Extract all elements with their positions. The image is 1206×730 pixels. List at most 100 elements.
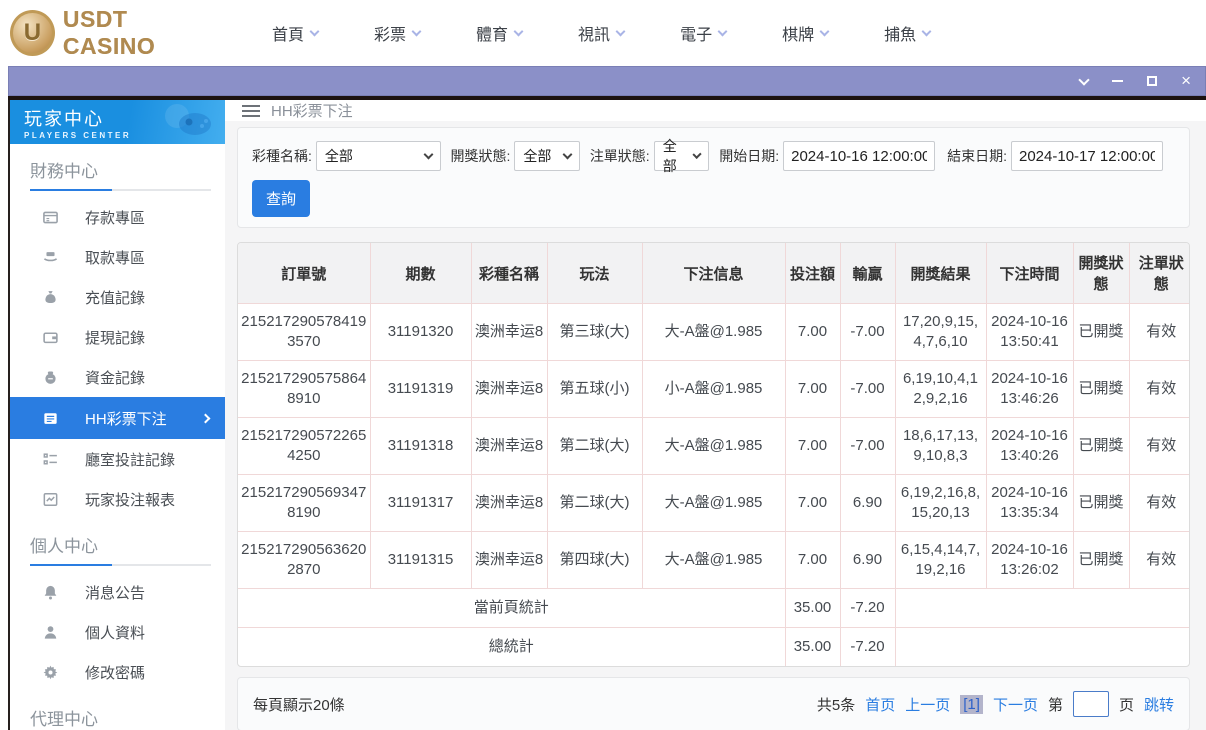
table-cell: 第二球(大) [546,474,643,532]
next-page-link[interactable]: 下一页 [993,694,1038,715]
lottery-name-value: 全部 [324,148,353,164]
table-cell: 澳洲幸运8 [470,531,548,589]
table-row: 2152172905784193570 31191320 澳洲幸运8 第三球(大) 大-… [238,303,1189,361]
content: 彩種名稱: 全部 開獎狀態: 全部 注單狀態: 全部 開始日期: 2024-10… [225,121,1206,730]
column-header: 輸贏 [839,243,896,304]
draw-status-select[interactable]: 全部 [514,141,580,171]
table-cell: 有效 [1128,531,1189,589]
nav-item-6[interactable]: 捕魚 [884,21,932,45]
main-area: HH彩票下注 彩種名稱: 全部 開獎狀態: 全部 注單狀態: 全部 開始日期: … [225,100,1206,730]
sidebar-item-HH彩票下注[interactable]: HH彩票下注 [10,397,225,439]
page-number-input[interactable] [1072,691,1109,717]
table-cell: 已開獎 [1072,417,1130,475]
table-cell: 31191315 [369,531,472,589]
table-cell: 31191319 [369,360,472,418]
window-body: 玩家中心 PLAYERS CENTER 財務中心 存款專區 取款專區 充值記錄 提現記錄… [8,100,1206,730]
summary-bet-total: 35.00 [784,588,841,628]
table-cell: 第三球(大) [546,303,643,361]
summary-empty-cell [894,588,1189,628]
sidebar-item-個人資料[interactable]: 個人資料 [10,612,225,652]
table-cell: 31191318 [369,417,472,475]
section-divider [30,189,211,191]
table-cell: 6,15,4,14,7,19,2,16 [894,531,987,589]
table-row: 2152172905636202870 31191315 澳洲幸运8 第四球(大) 大-… [238,531,1189,589]
lottery-name-label: 彩種名稱: [252,148,312,164]
table-cell: 第四球(大) [546,531,643,589]
order-status-value: 全部 [662,138,677,174]
table-cell: -7.00 [839,417,896,475]
sidebar-item-label: 充值記錄 [85,289,146,307]
column-header: 期數 [369,243,472,304]
nav-item-label: 視訊 [578,27,611,44]
sidebar-item-存款專區[interactable]: 存款專區 [10,197,225,237]
nav-item-3[interactable]: 視訊 [578,21,626,45]
sidebar-item-資金記錄[interactable]: 資金記錄 [10,357,225,397]
table-cell: 6.90 [839,531,896,589]
chevron-down-icon [692,149,702,160]
table-cell: 澳洲幸运8 [470,360,548,418]
window-maximize-icon[interactable] [1147,76,1158,86]
table-cell: 2024-10-16 13:26:02 [985,531,1074,589]
nav-item-1[interactable]: 彩票 [374,21,422,45]
table-cell: 小-A盤@1.985 [641,360,786,418]
sidebar-item-提現記錄[interactable]: 提現記錄 [10,317,225,357]
table-cell: 有效 [1128,417,1189,475]
table-cell: 2024-10-16 13:50:41 [985,303,1074,361]
sidebar-item-充值記錄[interactable]: 充值記錄 [10,277,225,317]
table-cell: 2152172905722654250 [238,417,371,475]
sidebar-item-label: 存款專區 [85,209,146,227]
summary-winloss-total: -7.20 [839,588,896,628]
sidebar-section-label: 個人中心 [30,537,98,556]
table-cell: 2152172905693478190 [238,474,371,532]
window-close-icon[interactable]: × [1181,72,1191,89]
window-minimize-icon[interactable] [1112,80,1124,82]
table-cell: 2024-10-16 13:46:26 [985,360,1074,418]
bet-records-table-card: 訂單號 期數 彩種名稱 玩法 下注信息 投注額 輸贏 開獎結果 下注時間 開獎狀態 注單狀態 215… [237,242,1190,667]
deposit-card-icon [42,209,59,226]
table-cell: 已開獎 [1072,531,1130,589]
summary-label: 當前頁統計 [238,588,786,628]
list-icon [42,451,59,468]
sidebar-header: 玩家中心 PLAYERS CENTER [10,100,225,144]
nav-item-0[interactable]: 首頁 [272,21,320,45]
table-cell: 18,6,17,13,9,10,8,3 [894,417,987,475]
logo-text: USDT CASINO [63,6,222,60]
nav-item-2[interactable]: 體育 [476,21,524,45]
page-size-text: 每頁顯示20條 [253,696,345,714]
nav-item-5[interactable]: 棋牌 [782,21,830,45]
lottery-name-select[interactable]: 全部 [315,141,441,171]
table-cell: 澳洲幸运8 [470,417,548,475]
search-button[interactable]: 查詢 [252,180,311,217]
jump-link[interactable]: 跳转 [1144,694,1174,715]
sidebar-item-取款專區[interactable]: 取款專區 [10,237,225,277]
table-cell: 7.00 [784,474,841,532]
withdraw-hand-icon [42,249,59,266]
summary-winloss-total: -7.20 [839,627,896,666]
sidebar-item-消息公告[interactable]: 消息公告 [10,572,225,612]
sidebar-item-廳室投註記錄[interactable]: 廳室投註記錄 [10,439,225,479]
wallet-icon [42,329,59,346]
column-header: 訂單號 [238,243,371,304]
start-date-input[interactable] [783,141,936,171]
purse-icon [42,369,59,386]
table-cell: 大-A盤@1.985 [641,417,786,475]
nav-item-4[interactable]: 電子 [680,21,728,45]
prev-page-link[interactable]: 上一页 [905,694,950,715]
menu-toggle-icon[interactable] [242,104,260,117]
site-logo[interactable]: U USDT CASINO [10,6,222,60]
report-chart-icon [42,491,59,508]
summary-bet-total: 35.00 [784,627,841,666]
end-date-input[interactable] [1011,141,1163,171]
table-row: 2152172905693478190 31191317 澳洲幸运8 第二球(大) 大-… [238,474,1189,532]
column-header: 彩種名稱 [470,243,548,304]
table-cell: 7.00 [784,531,841,589]
sidebar-item-label: 玩家投注報表 [85,491,176,509]
table-cell: 澳洲幸运8 [470,303,548,361]
table-cell: 31191317 [369,474,472,532]
sidebar-item-label: 資金記錄 [85,369,146,387]
sidebar-item-修改密碼[interactable]: 修改密碼 [10,652,225,692]
first-page-link[interactable]: 首页 [865,694,895,715]
order-status-select[interactable]: 全部 [653,138,710,174]
window-dropdown-icon[interactable] [1078,73,1090,86]
sidebar-item-玩家投注報表[interactable]: 玩家投注報表 [10,479,225,519]
